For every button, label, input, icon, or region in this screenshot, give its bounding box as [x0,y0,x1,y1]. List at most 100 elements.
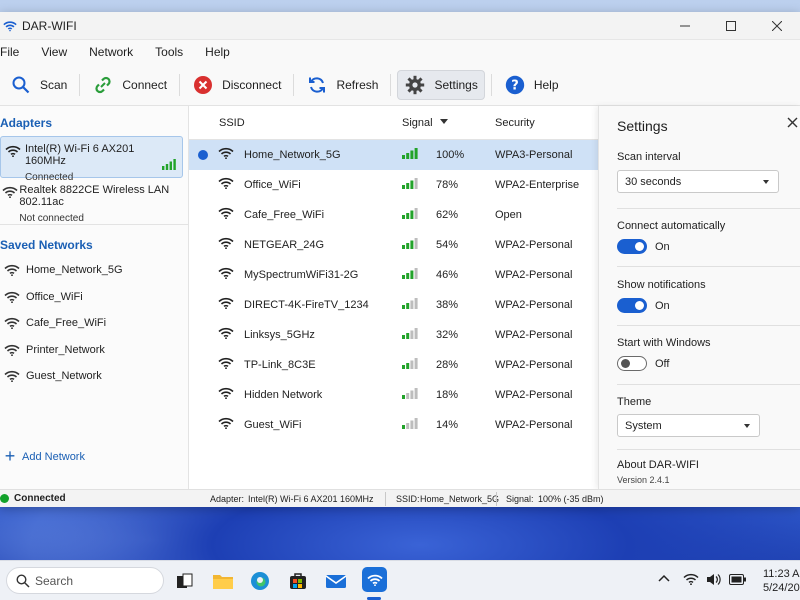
status-ssid-label: SSID: [396,494,420,504]
table-row[interactable]: Linksys_5GHz 32% WPA2-Personal [189,320,598,350]
add-network-label: Add Network [22,450,85,463]
start-windows-state: Off [655,358,670,370]
menu-file[interactable]: File [0,45,29,59]
saved-network-name: Guest_Network [26,370,102,383]
status-signal-value: 100% (-35 dBm) [538,494,604,504]
volume-icon[interactable] [706,573,722,589]
signal-bars-icon [402,268,419,282]
disconnect-button[interactable]: Disconnect [186,70,287,100]
plus-icon: + [4,446,16,466]
scan-interval-value: 30 seconds [625,176,682,188]
adapter-item-realtek[interactable]: Realtek 8822CE Wireless LAN 802.11ac Not… [0,178,183,224]
signal-cell: 62% [436,209,459,221]
column-header-security[interactable]: Security [495,117,535,129]
toolbar-divider [179,73,181,96]
minimize-button[interactable] [662,12,708,40]
signal-bars-icon [402,418,419,432]
table-row[interactable]: DIRECT-4K-FireTV_1234 38% WPA2-Personal [189,290,598,320]
connect-auto-toggle[interactable] [617,239,647,254]
settings-divider [617,208,800,209]
close-icon[interactable] [786,116,800,130]
start-windows-toggle[interactable] [617,356,647,371]
saved-network-item[interactable]: Cafe_Free_WiFi [0,310,188,337]
settings-panel: Settings Scan interval 30 seconds Connec… [598,106,800,489]
refresh-button[interactable]: Refresh [300,70,384,100]
menu-tools[interactable]: Tools [155,45,193,59]
wifi-icon [218,147,234,162]
notifications-toggle[interactable] [617,298,647,313]
scan-interval-label: Scan interval [617,151,681,163]
file-explorer-icon[interactable] [211,569,235,593]
table-row[interactable]: Guest_WiFi 14% WPA2-Personal [189,410,598,440]
saved-network-item[interactable]: Office_WiFi [0,284,188,311]
search-icon [16,574,30,588]
wifi-icon [218,207,234,222]
notifications-label: Show notifications [617,279,706,291]
store-icon[interactable] [286,569,310,593]
signal-bars-icon [402,148,419,162]
scan-interval-select[interactable]: 30 seconds [617,170,779,193]
search-icon [10,74,32,96]
maximize-button[interactable] [708,12,754,40]
edge-browser-icon[interactable] [248,569,272,593]
dar-wifi-taskbar-icon[interactable] [362,567,387,592]
saved-network-item[interactable]: Home_Network_5G [0,257,188,284]
status-divider [496,492,497,506]
wifi-tray-icon[interactable] [683,573,699,588]
taskbar: Search 11:23 AM 5/24/2024 [0,560,800,600]
table-row[interactable]: Hidden Network 18% WPA2-Personal [189,380,598,410]
saved-network-item[interactable]: Printer_Network [0,337,188,364]
chevron-down-icon [744,424,750,428]
sidebar-divider [0,224,188,225]
taskbar-search[interactable]: Search [6,567,164,594]
theme-select[interactable]: System [617,414,760,437]
menu-view[interactable]: View [41,45,77,59]
security-cell: Open [495,209,522,221]
menu-network[interactable]: Network [89,45,143,59]
close-window-button[interactable] [754,12,800,40]
ssid-cell: Office_WiFi [244,179,301,191]
about-link[interactable]: About DAR-WIFI [617,459,699,471]
refresh-icon [306,74,328,96]
signal-bars-icon [402,298,419,312]
add-network-button[interactable]: + Add Network [0,446,85,467]
search-placeholder: Search [35,574,74,588]
column-header-signal[interactable]: Signal [402,117,448,129]
ssid-cell: NETGEAR_24G [244,239,325,251]
adapter-item-intel[interactable]: Intel(R) Wi-Fi 6 AX201 160MHz Connected [0,136,183,183]
table-row[interactable]: Home_Network_5G 100% WPA3-Personal [189,140,598,170]
table-row[interactable]: NETGEAR_24G 54% WPA2-Personal [189,230,598,260]
signal-bars-icon [402,328,419,342]
settings-divider [617,325,800,326]
saved-network-name: Printer_Network [26,343,105,356]
mail-icon[interactable] [324,569,348,593]
table-row[interactable]: MySpectrumWiFi31-2G 46% WPA2-Personal [189,260,598,290]
taskbar-clock[interactable]: 11:23 AM 5/24/2024 [763,567,800,595]
signal-cell: 14% [436,419,459,431]
wifi-icon [0,291,24,303]
help-button[interactable]: ? Help [498,70,565,100]
table-row[interactable]: Cafe_Free_WiFi 62% Open [189,200,598,230]
connect-auto-state: On [655,241,670,253]
network-table: SSID Signal Security Home_Network_5G 100%… [189,106,598,489]
clock-time: 11:23 AM [763,568,800,580]
scan-button[interactable]: Scan [4,70,73,100]
column-header-ssid[interactable]: SSID [219,117,245,129]
connect-button[interactable]: Connect [86,70,173,100]
chevron-up-icon[interactable] [658,573,670,588]
menu-bar: File View Network Tools Help [0,40,800,64]
wifi-icon [218,267,234,282]
status-adapter-value: Intel(R) Wi-Fi 6 AX201 160MHz [248,494,374,504]
wifi-icon [218,297,234,312]
settings-button[interactable]: Settings [397,69,485,100]
saved-network-item[interactable]: Guest_Network [0,363,188,390]
link-icon [92,74,114,96]
battery-icon[interactable] [729,574,747,588]
table-row[interactable]: Office_WiFi 78% WPA2-Enterprise [189,170,598,200]
task-view-icon[interactable] [172,569,196,593]
wifi-icon [218,357,234,372]
menu-help[interactable]: Help [205,45,240,59]
table-row[interactable]: TP-Link_8C3E 28% WPA2-Personal [189,350,598,380]
status-ssid-value: Home_Network_5G [420,494,500,504]
ssid-cell: Hidden Network [244,389,323,401]
